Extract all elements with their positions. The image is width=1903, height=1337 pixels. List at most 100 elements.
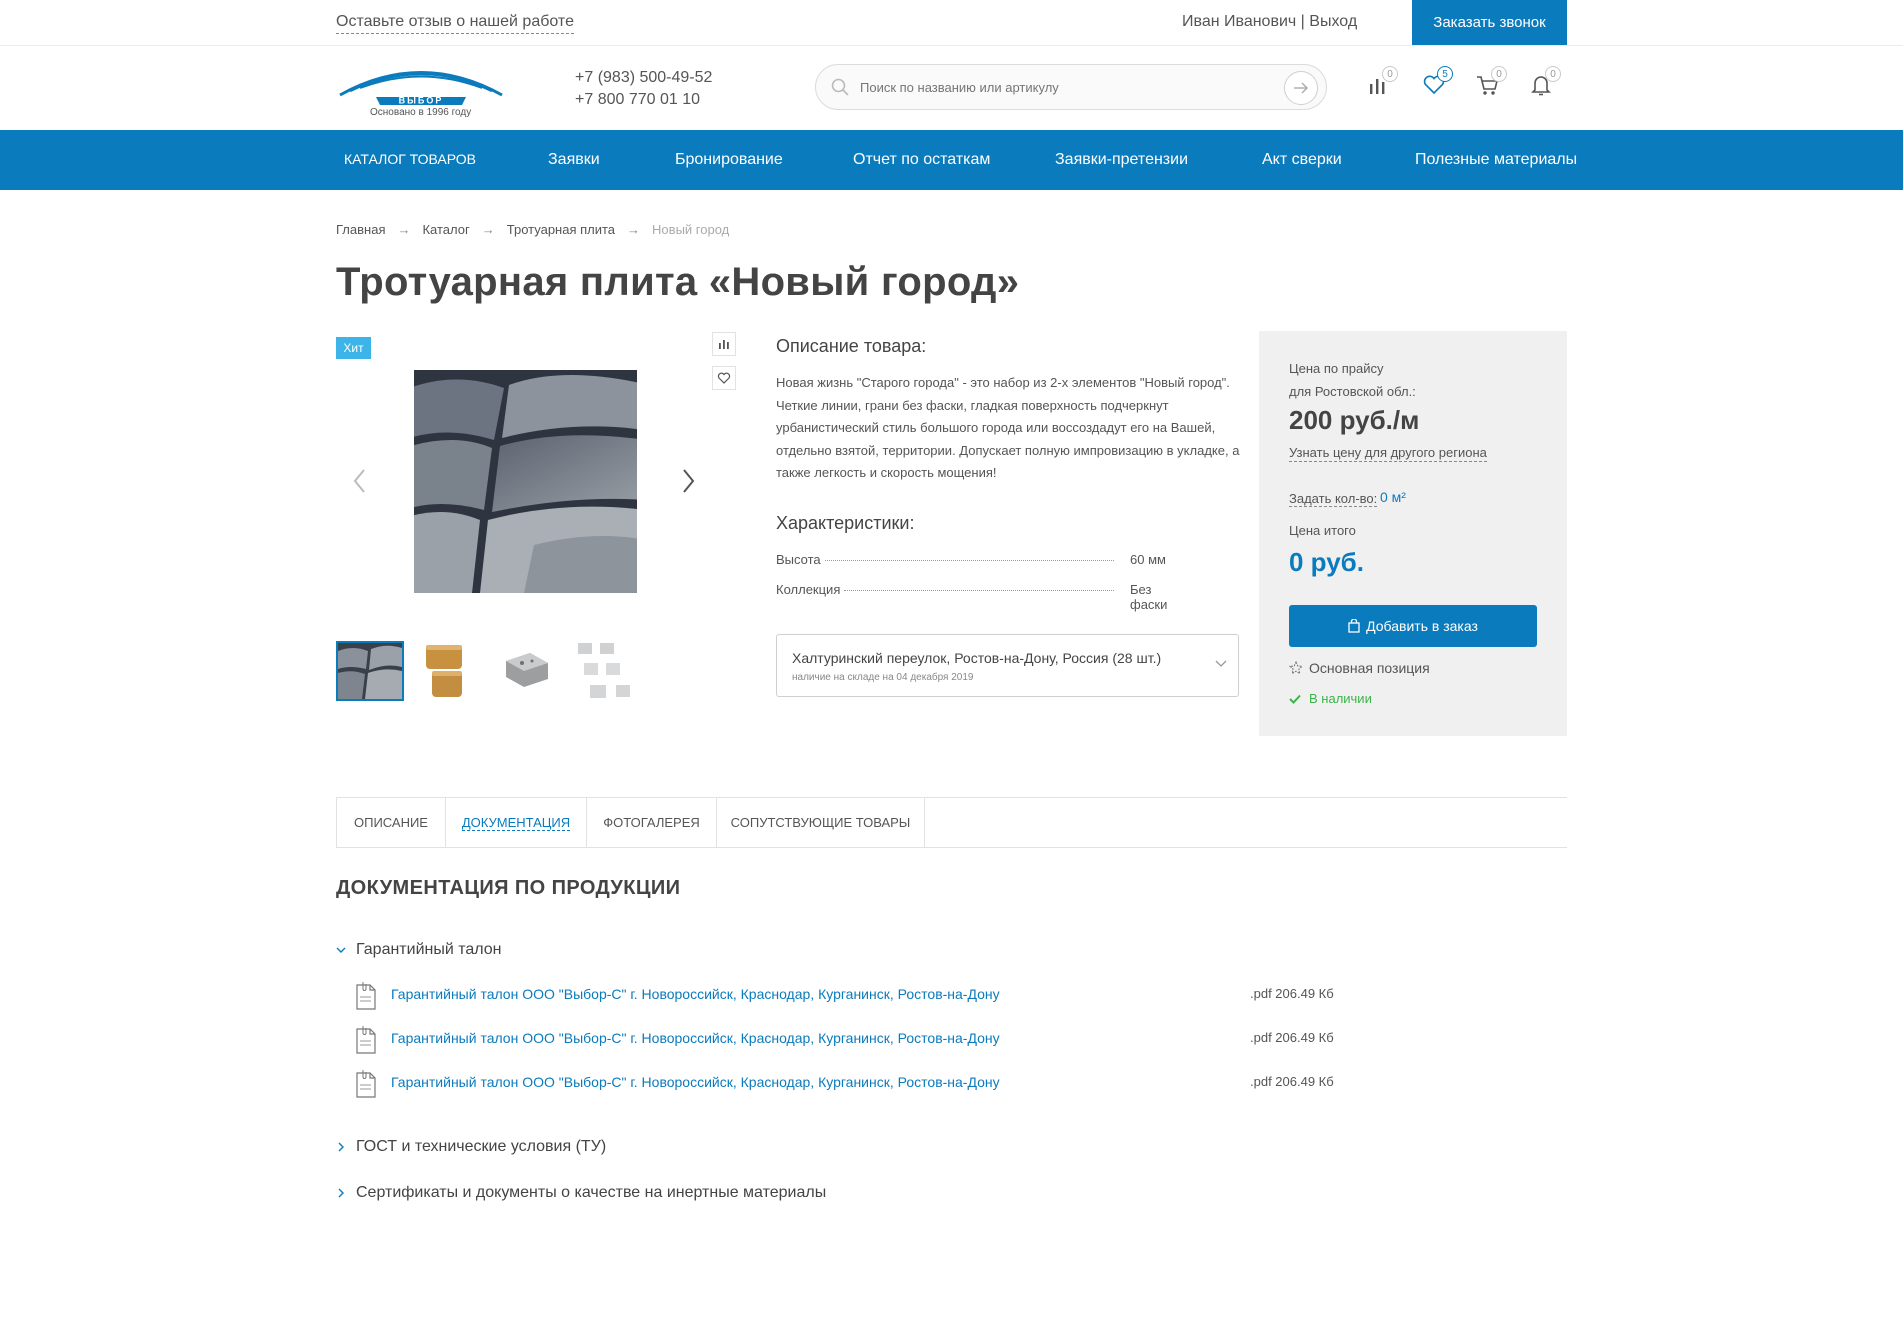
doc-link[interactable]: Гарантийный талон ООО "Выбор-С" г. Новор… [391, 1030, 1000, 1046]
heart-icon [717, 372, 731, 384]
page-title: Тротуарная плита «Новый город» [336, 260, 1020, 304]
phone-1[interactable]: +7 (983) 500-49-52 [575, 67, 712, 89]
nav-useful-materials[interactable]: Полезные материалы [1415, 130, 1577, 190]
add-to-favorites-button[interactable] [712, 366, 736, 390]
doc-link[interactable]: Гарантийный талон ООО "Выбор-С" г. Новор… [391, 986, 1000, 1002]
nav-stock-report[interactable]: Отчет по остаткам [853, 130, 990, 190]
breadcrumb-catalog[interactable]: Каталог [422, 222, 469, 237]
notifications-count: 0 [1545, 66, 1561, 82]
nav-booking[interactable]: Бронирование [675, 130, 783, 190]
user-logout[interactable]: Иван Иванович | Выход [1182, 13, 1357, 31]
add-to-compare-button[interactable] [712, 332, 736, 356]
phone-2[interactable]: +7 800 770 01 10 [575, 89, 712, 111]
total-value: 0 руб. [1289, 547, 1364, 577]
price-label: Цена по прайсу для Ростовской обл.: [1289, 361, 1416, 399]
other-region-link[interactable]: Узнать цену для другого региона [1289, 445, 1487, 462]
add-to-order-button[interactable]: Добавить в заказ [1289, 605, 1537, 647]
doc-size: .pdf 206.49 Кб [1250, 1074, 1334, 1089]
breadcrumb: Главная → Каталог → Тротуарная плита → Н… [336, 222, 729, 237]
main-nav: КАТАЛОГ ТОВАРОВ Заявки Бронирование Отче… [0, 130, 1903, 190]
product-tabs: Описание Документация Фотогалерея Сопутс… [336, 797, 1567, 848]
gallery-next-button[interactable] [678, 466, 698, 496]
breadcrumb-current: Новый город [652, 222, 730, 237]
breadcrumb-separator: → [627, 222, 641, 237]
docs-group-certificates[interactable]: Сертификаты и документы о качестве на ин… [336, 1184, 826, 1202]
tab-photogallery[interactable]: Фотогалерея [587, 798, 717, 848]
store-stock-date: наличие на складе на 04 декабря 2019 [792, 672, 974, 683]
favorites-count: 5 [1437, 66, 1453, 82]
document-icon [356, 1026, 376, 1054]
favorites-button[interactable]: 5 [1422, 66, 1453, 104]
char-name: Высота [776, 552, 821, 567]
doc-item: Гарантийный талон ООО "Выбор-С" г. Новор… [355, 1069, 1355, 1103]
doc-size: .pdf 206.49 Кб [1250, 986, 1334, 1001]
check-icon [1289, 694, 1301, 704]
docs-group-gost[interactable]: ГОСТ и технические условия (ТУ) [336, 1138, 606, 1156]
search-icon [831, 78, 849, 96]
document-icon [356, 982, 376, 1010]
char-value: Без фаски [1130, 582, 1168, 612]
doc-item: Гарантийный талон ООО "Выбор-С" г. Новор… [355, 1025, 1355, 1059]
breadcrumb-category[interactable]: Тротуарная плита [507, 222, 615, 237]
logo-text: ВЫБОР [399, 96, 444, 106]
star-outline-icon [1289, 661, 1303, 675]
gallery-thumb[interactable] [414, 641, 482, 701]
char-value: 60 мм [1130, 552, 1166, 567]
logo-tagline: Основано в 1996 году [370, 107, 472, 118]
chevron-down-icon [336, 947, 346, 953]
arrow-right-icon [1294, 82, 1308, 94]
gallery-thumb[interactable] [492, 641, 560, 701]
description-heading: Описание товара: [776, 336, 927, 356]
cart-button[interactable]: 0 [1476, 66, 1507, 104]
breadcrumb-separator: → [397, 222, 411, 237]
basic-position: Основная позиция [1289, 660, 1430, 676]
search-submit-button[interactable] [1284, 71, 1318, 105]
char-name: Коллекция [776, 582, 841, 597]
tab-documentation[interactable]: Документация [446, 798, 587, 848]
notifications-button[interactable]: 0 [1530, 66, 1561, 104]
document-icon [356, 1070, 376, 1098]
nav-reconciliation[interactable]: Акт сверки [1262, 130, 1342, 190]
callback-button[interactable]: Заказать звонок [1412, 0, 1567, 45]
bag-icon [1348, 619, 1360, 633]
top-bar [0, 0, 1903, 46]
product-main-image[interactable] [414, 370, 637, 593]
docs-heading: Документация по продукции [336, 877, 681, 899]
chevron-down-icon [1215, 660, 1227, 667]
compare-icon [719, 340, 729, 349]
price-box: Цена по прайсу для Ростовской обл.: 200 … [1259, 331, 1567, 736]
description-text: Новая жизнь "Старого города" - это набор… [776, 375, 1240, 480]
nav-orders[interactable]: Заявки [548, 130, 600, 190]
in-stock-status: В наличии [1289, 691, 1372, 706]
store-select[interactable]: Халтуринский переулок, Ростов-на-Дону, Р… [776, 634, 1239, 697]
breadcrumb-home[interactable]: Главная [336, 222, 385, 237]
gallery-thumb[interactable] [336, 641, 404, 701]
chevron-right-icon [338, 1142, 344, 1152]
cart-count: 0 [1491, 66, 1507, 82]
char-row-height: Высота 60 мм [776, 552, 1186, 567]
breadcrumb-separator: → [481, 222, 495, 237]
char-row-collection: Коллекция Без фаски [776, 582, 1186, 612]
search-box [815, 64, 1327, 110]
feedback-link[interactable]: Оставьте отзыв о нашей работе [336, 13, 574, 34]
chevron-right-icon [683, 469, 695, 493]
doc-item: Гарантийный талон ООО "Выбор-С" г. Новор… [355, 981, 1355, 1015]
nav-claims[interactable]: Заявки-претензии [1055, 130, 1188, 190]
tab-related-products[interactable]: Сопутствующие товары [717, 798, 925, 848]
total-label: Цена итого [1289, 523, 1356, 538]
compare-button[interactable]: 0 [1367, 66, 1398, 104]
docs-group-warranty[interactable]: Гарантийный талон [336, 941, 502, 959]
search-input[interactable] [860, 76, 1260, 98]
doc-link[interactable]: Гарантийный талон ООО "Выбор-С" г. Новор… [391, 1074, 1000, 1090]
doc-size: .pdf 206.49 Кб [1250, 1030, 1334, 1045]
gallery-prev-button[interactable] [350, 466, 370, 496]
quantity-value[interactable]: 0 м² [1380, 489, 1406, 505]
tab-description[interactable]: Описание [336, 798, 446, 848]
store-name: Халтуринский переулок, Ростов-на-Дону, Р… [792, 650, 1162, 666]
chevron-left-icon [353, 469, 365, 493]
nav-catalog[interactable]: КАТАЛОГ ТОВАРОВ [344, 130, 476, 190]
price-value: 200 руб./м [1289, 405, 1420, 435]
gallery-thumb[interactable] [570, 641, 638, 701]
phones: +7 (983) 500-49-52 +7 800 770 01 10 [575, 67, 712, 111]
set-quantity-link[interactable]: Задать кол-во: [1289, 491, 1378, 507]
